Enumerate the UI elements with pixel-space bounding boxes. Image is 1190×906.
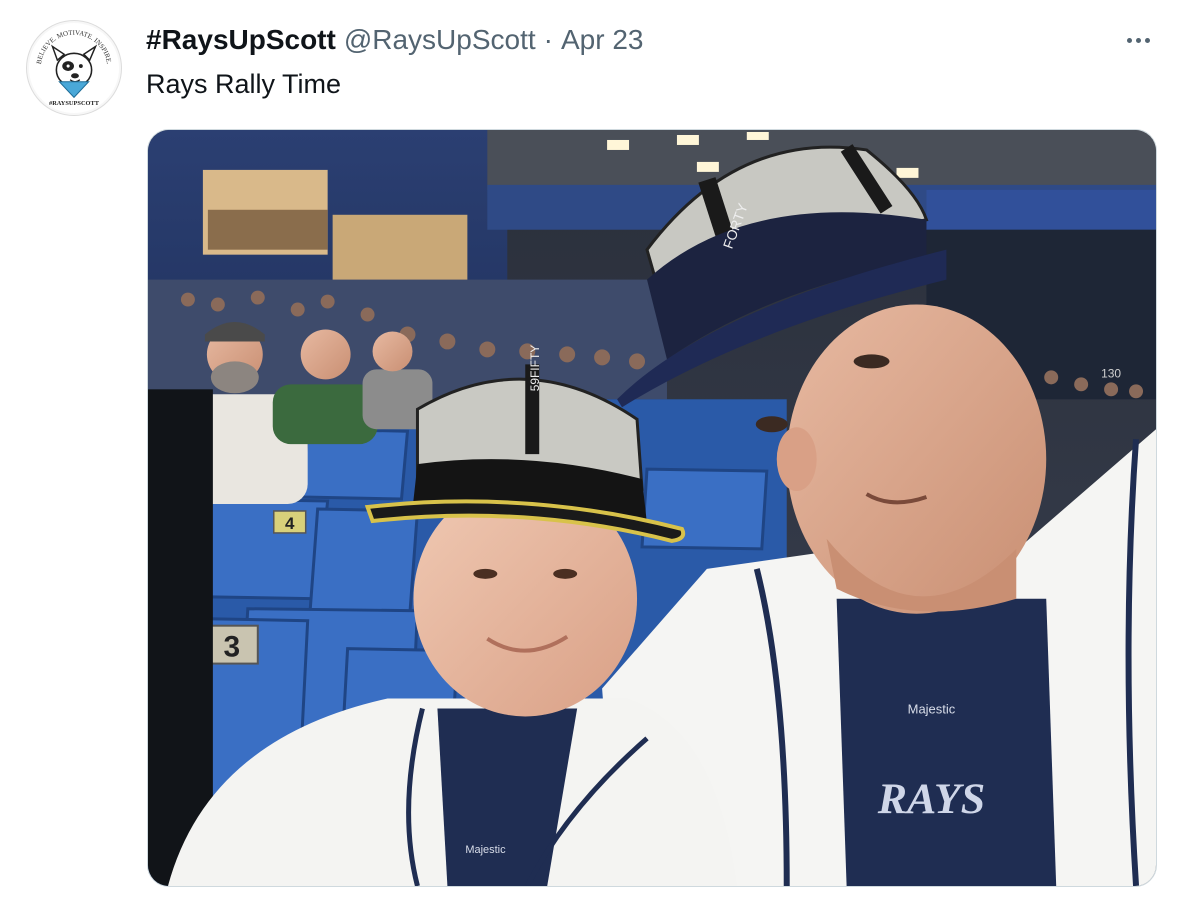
more-horizontal-icon[interactable] [1118, 28, 1158, 52]
photo-image: 130 3 4 RAYS Majestic FORTY Majestic 59F… [148, 130, 1156, 886]
more-dot [1144, 37, 1150, 43]
tweet-header: #RaysUpScott @RaysUpScott · Apr 23 [146, 22, 644, 58]
avatar-logo-text-bottom: #RAYSUPSCOTT [49, 100, 100, 107]
user-handle[interactable]: @RaysUpScott [344, 24, 536, 56]
seat-number-plate-1: 3 [224, 631, 241, 664]
timestamp[interactable]: Apr 23 [561, 24, 644, 56]
kid-shirt-brand: Majestic [465, 844, 506, 856]
more-dot [1126, 37, 1132, 43]
hat-text-left: 59FIFTY [528, 345, 542, 392]
display-name[interactable]: #RaysUpScott [146, 24, 336, 56]
separator-dot: · [543, 24, 553, 55]
section-number: 130 [1101, 366, 1121, 380]
more-dot [1135, 37, 1141, 43]
tweet[interactable]: BELIEVE. MOTIVATE. INSPIRE. #RAYSUPSCOTT… [0, 0, 1190, 906]
shirt-brand: Majestic [908, 701, 956, 716]
tweet-photo[interactable]: 130 3 4 RAYS Majestic FORTY Majestic 59F… [147, 129, 1157, 887]
dog-avatar-logo: BELIEVE. MOTIVATE. INSPIRE. #RAYSUPSCOTT [28, 22, 120, 114]
avatar[interactable]: BELIEVE. MOTIVATE. INSPIRE. #RAYSUPSCOTT [26, 20, 122, 116]
seat-number-plate-2: 4 [285, 514, 295, 533]
tweet-text: Rays Rally Time [146, 69, 342, 99]
shirt-text: RAYS [877, 775, 985, 823]
